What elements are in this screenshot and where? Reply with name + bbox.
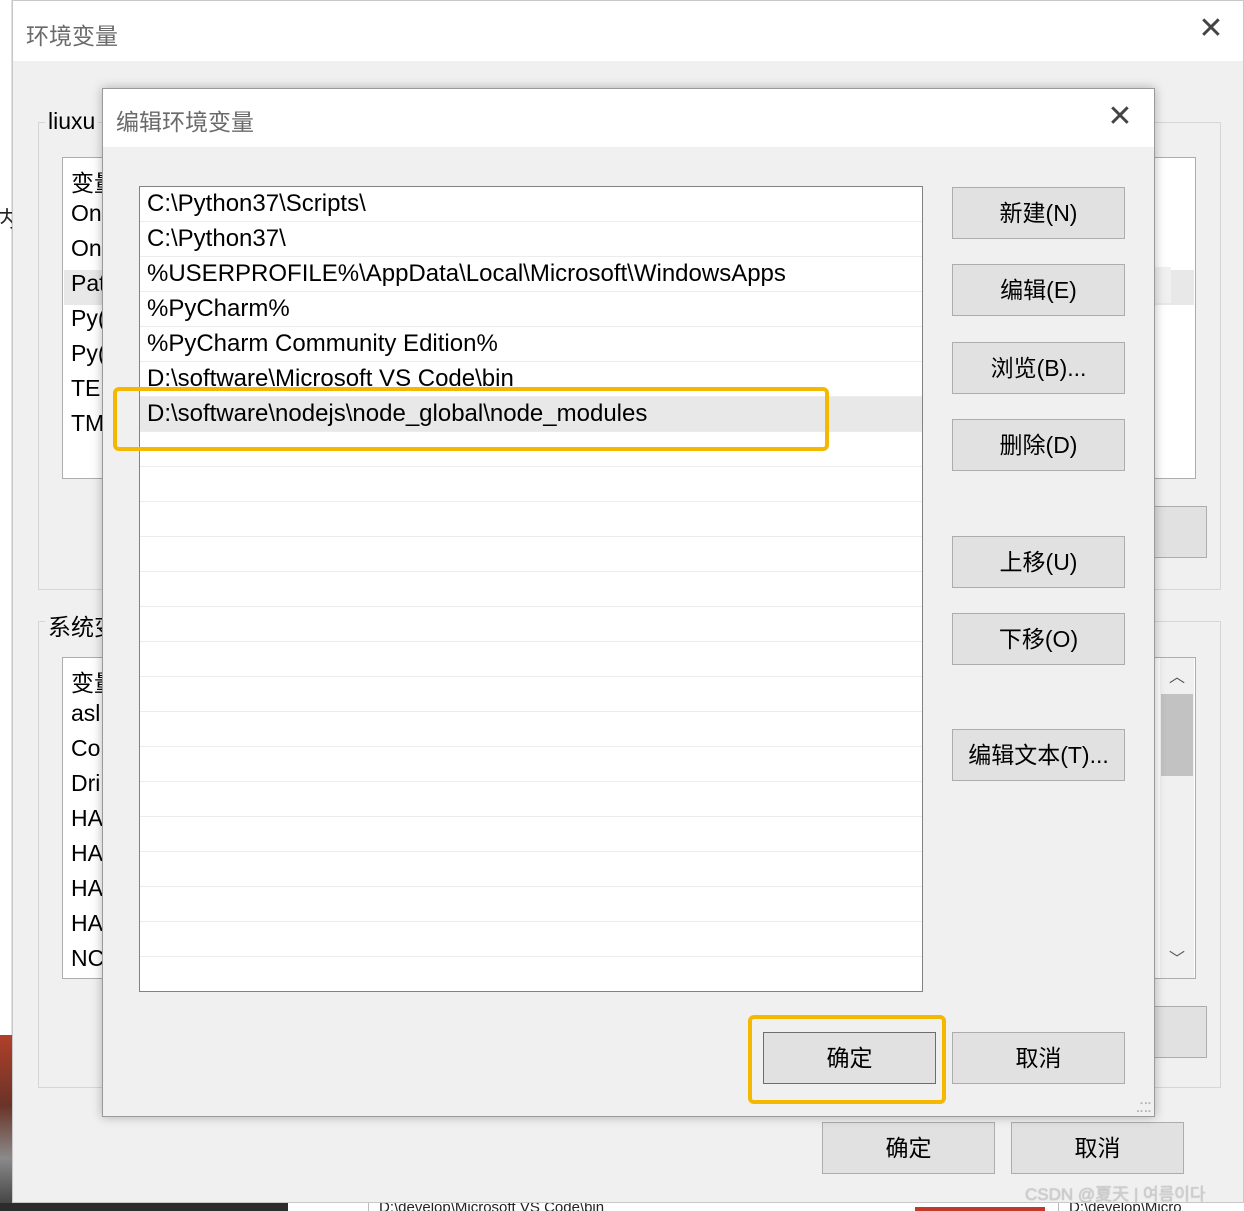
path-row-empty[interactable] xyxy=(140,887,922,922)
background-red-bar xyxy=(915,1207,1045,1211)
path-text: C:\Python37\ xyxy=(147,225,286,252)
user-variables-button[interactable] xyxy=(1153,506,1207,558)
edit-environment-variable-dialog: 编辑环境变量 ✕ C:\Python37\Scripts\ C:\Python3… xyxy=(102,88,1155,1117)
list-item[interactable]: Py( xyxy=(71,340,106,367)
list-item[interactable]: Py( xyxy=(71,305,106,332)
path-list[interactable]: C:\Python37\Scripts\ C:\Python37\ %USERP… xyxy=(139,186,923,992)
dialog-close-icon[interactable]: ✕ xyxy=(1106,102,1134,132)
path-row-empty[interactable] xyxy=(140,467,922,502)
path-row-empty[interactable] xyxy=(140,502,922,537)
list-item[interactable]: Pat xyxy=(71,270,106,297)
edit-text-button[interactable]: 编辑文本(T)... xyxy=(952,729,1125,781)
list-item[interactable]: HA xyxy=(71,840,103,867)
path-row-empty[interactable] xyxy=(140,782,922,817)
path-row-empty[interactable] xyxy=(140,642,922,677)
path-row[interactable]: %PyCharm% xyxy=(140,292,922,327)
background-taskbar-fragment xyxy=(0,1203,288,1211)
path-row-empty[interactable] xyxy=(140,537,922,572)
scroll-down-arrow-icon[interactable]: ﹀ xyxy=(1160,944,1194,974)
path-text: %USERPROFILE%\AppData\Local\Microsoft\Wi… xyxy=(147,260,786,287)
dialog-titlebar: 编辑环境变量 ✕ xyxy=(103,89,1154,147)
list-item[interactable]: On xyxy=(71,235,102,262)
path-row-empty[interactable] xyxy=(140,817,922,852)
path-row[interactable]: C:\Python37\Scripts\ xyxy=(140,187,922,222)
window-close-icon[interactable]: ✕ xyxy=(1197,14,1225,44)
path-row[interactable]: C:\Python37\ xyxy=(140,222,922,257)
scrollbar-thumb[interactable] xyxy=(1161,694,1193,776)
resize-grip-icon[interactable]: ⠠⠤ ⠤⠤ xyxy=(1135,1095,1152,1115)
outer-ok-button[interactable]: 确定 xyxy=(822,1122,995,1174)
window-title: 环境变量 xyxy=(26,23,118,49)
move-down-button[interactable]: 下移(O) xyxy=(952,613,1125,665)
highlight-new-path xyxy=(113,387,829,451)
move-up-button[interactable]: 上移(U) xyxy=(952,536,1125,588)
path-text: C:\Python37\Scripts\ xyxy=(147,190,366,217)
list-item[interactable]: TM xyxy=(71,410,104,437)
list-item[interactable]: HA xyxy=(71,805,103,832)
path-text: %PyCharm Community Edition% xyxy=(147,330,498,357)
list-item[interactable]: Dri xyxy=(71,770,100,797)
path-row-empty[interactable] xyxy=(140,677,922,712)
new-button[interactable]: 新建(N) xyxy=(952,187,1125,239)
background-desktop-strip xyxy=(0,0,12,1211)
outer-cancel-button[interactable]: 取消 xyxy=(1011,1122,1184,1174)
path-row-empty[interactable] xyxy=(140,747,922,782)
path-text: %PyCharm% xyxy=(147,295,290,322)
list-item[interactable]: HA xyxy=(71,875,103,902)
window-titlebar: 环境变量 ✕ xyxy=(13,1,1243,61)
system-variables-button[interactable] xyxy=(1153,1006,1207,1058)
path-row[interactable]: %USERPROFILE%\AppData\Local\Microsoft\Wi… xyxy=(140,257,922,292)
browse-button[interactable]: 浏览(B)... xyxy=(952,342,1125,394)
path-row-empty[interactable] xyxy=(140,572,922,607)
dialog-cancel-button[interactable]: 取消 xyxy=(952,1032,1125,1084)
path-row-empty[interactable] xyxy=(140,712,922,747)
path-row-empty[interactable] xyxy=(140,607,922,642)
list-item[interactable]: HA xyxy=(71,910,103,937)
user-variables-label: liuxu xyxy=(45,108,99,135)
background-photo xyxy=(0,1035,12,1211)
scroll-up-arrow-icon[interactable]: ︿ xyxy=(1160,662,1194,692)
system-list-scrollbar[interactable]: ︿ ﹀ xyxy=(1160,658,1194,978)
list-item[interactable]: On xyxy=(71,200,102,227)
user-list-scrollbar[interactable] xyxy=(1153,267,1171,303)
dialog-title: 编辑环境变量 xyxy=(116,109,254,135)
watermark: CSDN @夏天 | 여름이다 xyxy=(1025,1185,1206,1204)
delete-button[interactable]: 删除(D) xyxy=(952,419,1125,471)
highlight-ok-button xyxy=(748,1015,946,1104)
path-row-empty[interactable] xyxy=(140,852,922,887)
path-row-empty[interactable] xyxy=(140,922,922,957)
path-row[interactable]: %PyCharm Community Edition% xyxy=(140,327,922,362)
list-item[interactable]: NC xyxy=(71,945,104,972)
edit-button[interactable]: 编辑(E) xyxy=(952,264,1125,316)
list-item[interactable]: Co xyxy=(71,735,100,762)
